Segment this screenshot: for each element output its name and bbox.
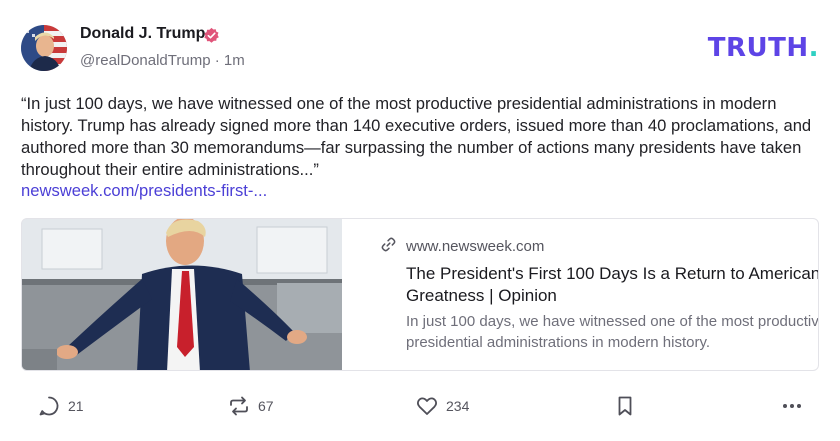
post-link[interactable]: newsweek.com/presidents-first-...: [21, 180, 267, 202]
post: Donald J. Trump @realDonaldTrump · 1m TR…: [0, 0, 840, 441]
like-button[interactable]: 234: [415, 392, 469, 420]
card-title[interactable]: The President's First 100 Days Is a Retu…: [406, 263, 818, 307]
reply-icon: [39, 396, 59, 416]
author-handle[interactable]: @realDonaldTrump: [80, 52, 211, 69]
heart-icon: [416, 397, 438, 415]
bookmark-button[interactable]: [613, 392, 637, 420]
brand-dot: .: [808, 33, 819, 63]
card-description: In just 100 days, we have witnessed one …: [406, 313, 819, 351]
author-display-name[interactable]: Donald J. Trump: [80, 25, 205, 43]
card-thumbnail-image: [22, 219, 342, 370]
post-text: “In just 100 days, we have witnessed one…: [21, 94, 812, 179]
card-thumbnail: [22, 219, 342, 370]
more-icon: [783, 404, 801, 408]
action-bar: 21 67 234: [0, 392, 840, 422]
author-meta: @realDonaldTrump · 1m: [80, 52, 245, 69]
retruth-button[interactable]: 67: [227, 392, 274, 420]
verified-badge-icon: [204, 27, 219, 43]
card-info: www.newsweek.com The President's First 1…: [362, 219, 818, 370]
brand-name: TRUTH: [707, 33, 809, 63]
avatar[interactable]: [21, 25, 67, 71]
reply-button[interactable]: 21: [37, 392, 84, 420]
meta-separator: ·: [214, 52, 220, 69]
card-domain: www.newsweek.com: [406, 238, 545, 255]
like-count: 234: [446, 398, 470, 414]
retruth-icon: [230, 396, 248, 416]
truth-logo[interactable]: TRUTH.: [708, 33, 819, 63]
link-icon: [381, 237, 396, 252]
reply-count: 21: [68, 398, 84, 414]
bookmark-icon: [618, 396, 632, 416]
post-timestamp[interactable]: 1m: [224, 52, 245, 69]
link-preview-card[interactable]: www.newsweek.com The President's First 1…: [21, 218, 819, 371]
more-options-button[interactable]: [780, 392, 804, 420]
avatar-image: [21, 25, 67, 71]
retruth-count: 67: [258, 398, 274, 414]
